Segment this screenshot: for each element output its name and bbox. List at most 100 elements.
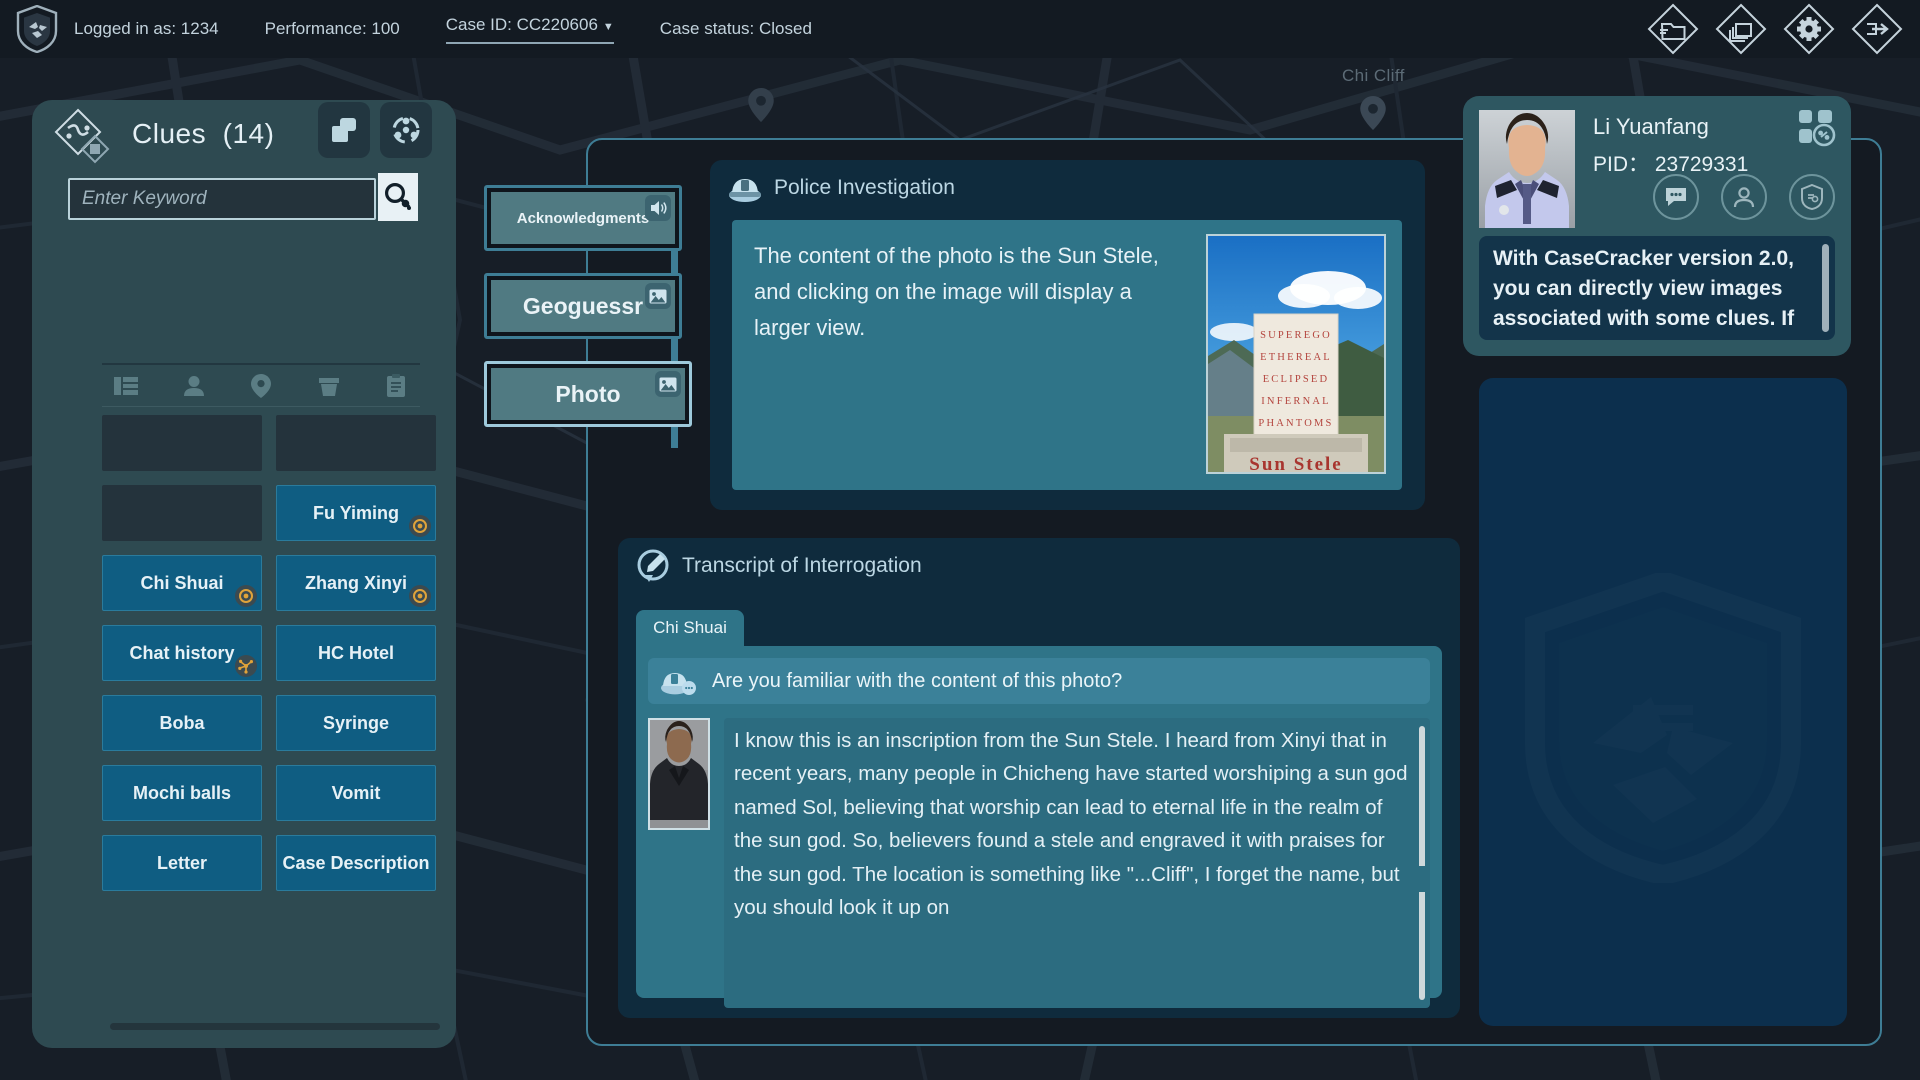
officer-panel: Li Yuanfang PID： 23729331 [1463,96,1851,356]
detail-preview-panel[interactable] [1479,378,1847,1026]
clue-button[interactable]: Zhang Xinyi [276,555,436,611]
svg-text:INFERNAL: INFERNAL [1261,396,1331,407]
clue-button-label: Vomit [332,783,381,803]
clue-tab-label: Photo [555,381,620,408]
clues-title-text: Clues [132,118,206,149]
clue-tab-rail: Acknowledgments Geoguessr Photo [484,185,694,449]
clipboard-icon[interactable] [372,374,420,398]
case-id-dropdown[interactable]: Case ID: CC220606 ▼ [446,15,614,44]
exit-icon[interactable] [1850,2,1904,56]
person-icon[interactable] [170,375,218,397]
officer-actions [1653,174,1835,220]
answer-scrollbar[interactable] [1419,726,1425,1000]
chat-icon[interactable] [1653,174,1699,220]
transcript-title: Transcript of Interrogation [682,554,922,578]
police-cap-icon [728,173,762,203]
clue-tab-inner: Acknowledgments [491,192,675,244]
clue-viewed-icon [409,585,431,607]
transcript-body: Are you familiar with the content of thi… [636,646,1442,998]
folder-open-icon[interactable] [1646,2,1700,56]
image-icon [655,371,681,397]
clue-button[interactable]: Vomit [276,765,436,821]
clue-button-label: Case Description [282,853,429,873]
clues-count: (14) [223,118,275,149]
clue-button-label: Boba [160,713,205,733]
interrogation-answer-bubble: I know this is an inscription from the S… [724,718,1430,1008]
officer-avatar [1479,110,1575,228]
clue-button[interactable]: Syringe [276,695,436,751]
watermark-shield-icon [1523,573,1803,883]
clue-button[interactable]: Chi Shuai [102,555,262,611]
clue-button-label: Mochi balls [133,783,231,803]
case-id-label: Case ID: CC220606 [446,15,598,34]
interrogation-answer-row: I know this is an inscription from the S… [648,718,1430,1008]
clue-button[interactable]: Letter [102,835,262,891]
windows-stack-icon[interactable] [1714,2,1768,56]
police-investigation-title: Police Investigation [774,176,955,200]
map-pin-icon-secondary [748,88,774,122]
clue-button-label: Letter [157,853,207,873]
assistant-icon[interactable] [1797,108,1837,148]
clue-tab-inner: Geoguessr [491,280,675,332]
svg-text:ETHEREAL: ETHEREAL [1260,352,1332,363]
chevron-down-icon: ▼ [603,21,614,33]
topbar-status-items: Logged in as: 1234 Performance: 100 Case… [74,15,858,44]
officer-speech-bubble: With CaseCracker version 2.0, you can di… [1479,236,1835,340]
clue-category-tabs [102,363,420,407]
clue-button-label: Zhang Xinyi [305,573,407,593]
svg-text:Sun Stele: Sun Stele [1249,454,1343,472]
topbar-actions [1646,0,1904,58]
interrogation-question: Are you familiar with the content of thi… [712,670,1122,693]
police-investigation-header: Police Investigation [710,160,1425,216]
profile-icon[interactable] [1721,174,1767,220]
search-input[interactable] [68,178,376,220]
speech-scrollbar[interactable] [1822,244,1829,332]
map-label-chi-cliff: Chi Cliff [1342,66,1405,86]
clue-button[interactable]: Fu Yiming [276,485,436,541]
clue-button-label: HC Hotel [318,643,394,663]
logged-in-label: Logged in as: 1234 [74,19,219,39]
relation-graph-icon[interactable] [380,102,432,158]
svg-text:PHANTOMS: PHANTOMS [1258,418,1333,429]
svg-text:SUPEREGO: SUPEREGO [1260,330,1332,341]
map-pin-icon [1360,96,1386,130]
police-investigation-text: The content of the photo is the Sun Stel… [754,238,1174,346]
performance-label: Performance: 100 [265,19,400,39]
clues-emblem-icon [54,108,116,170]
clues-panel-scrollbar[interactable] [110,1023,440,1030]
clue-button-label: Syringe [323,713,389,733]
clue-button[interactable]: Boba [102,695,262,751]
clues-panel: Clues (14) [32,100,456,1048]
duplicate-window-icon[interactable] [318,102,370,158]
sun-stele-photo[interactable]: SUPEREGO ETHEREAL ECLIPSED INFERNAL PHAN… [1206,234,1386,474]
police-question-icon [660,666,698,696]
clue-slot-empty [102,485,262,541]
svg-text:ECLIPSED: ECLIPSED [1263,374,1330,385]
shield-badge-icon[interactable] [1789,174,1835,220]
clue-tab-photo[interactable]: Photo [484,361,692,427]
clue-button[interactable]: Mochi balls [102,765,262,821]
clue-button[interactable]: Case Description [276,835,436,891]
police-investigation-card: Police Investigation The content of the … [710,160,1425,510]
clue-button[interactable]: HC Hotel [276,625,436,681]
clue-linked-icon [235,655,257,677]
clue-button[interactable]: Chat history [102,625,262,681]
image-icon [645,283,671,309]
clue-slot-empty [102,415,262,471]
evidence-bag-icon[interactable] [305,375,353,397]
transcript-icon [636,549,670,583]
avatar [648,718,710,830]
location-pin-icon[interactable] [237,374,285,398]
clue-tab-geoguessr[interactable]: Geoguessr [484,273,682,339]
clue-slot-empty [276,415,436,471]
transcript-subject-tab[interactable]: Chi Shuai [636,610,744,646]
police-investigation-body: The content of the photo is the Sun Stel… [732,220,1402,490]
clue-tab-acknowledgments[interactable]: Acknowledgments [484,185,682,251]
clue-button-label: Fu Yiming [313,503,399,523]
search-icon[interactable] [378,173,418,221]
clues-panel-title: Clues (14) [132,118,274,150]
gear-icon[interactable] [1782,2,1836,56]
all-clues-icon[interactable] [102,375,150,397]
clue-tab-label: Acknowledgments [517,210,650,227]
case-status-label: Case status: Closed [660,19,812,39]
